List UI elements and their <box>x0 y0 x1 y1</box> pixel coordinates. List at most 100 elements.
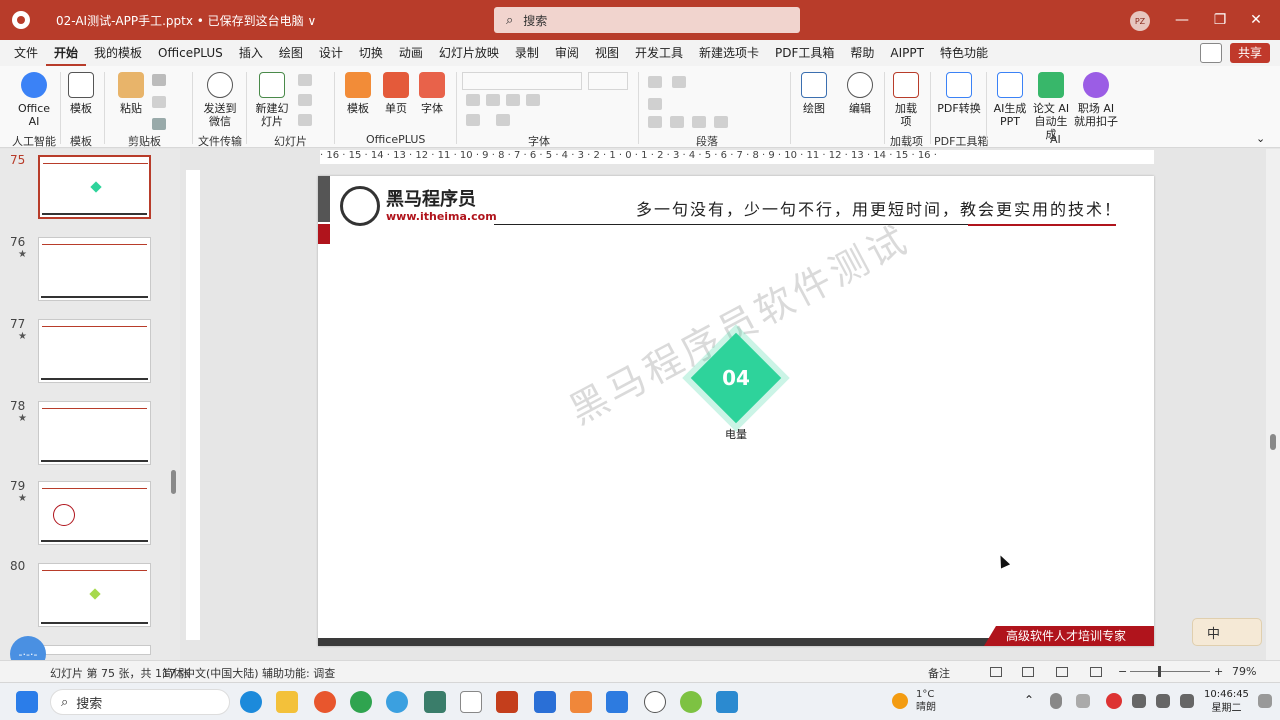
ime-indicator[interactable]: 中 <box>1192 618 1262 646</box>
collapse-ribbon-icon[interactable]: ⌄ <box>1256 132 1265 145</box>
badge-label[interactable]: 电量 <box>698 426 774 442</box>
draw-button[interactable]: 绘图 <box>798 72 830 115</box>
align-right-icon[interactable] <box>692 116 706 128</box>
windows-start-icon[interactable] <box>16 691 38 713</box>
powerpoint-icon[interactable] <box>12 11 30 29</box>
network-icon[interactable] <box>1132 694 1146 708</box>
chat-app-icon[interactable] <box>534 691 556 713</box>
single-page-button[interactable]: 单页 <box>380 72 412 115</box>
comment-icon[interactable] <box>1199 43 1222 63</box>
menu-help[interactable]: 帮助 <box>842 40 882 66</box>
section-icon[interactable] <box>298 114 312 126</box>
edit-button[interactable]: 编辑 <box>844 72 876 115</box>
notification-icon[interactable] <box>1258 694 1272 708</box>
chrome-icon[interactable] <box>350 691 372 713</box>
op-template-button[interactable]: 模板 <box>342 72 374 115</box>
menu-features[interactable]: 特色功能 <box>932 40 996 66</box>
thumbnail-slide-75[interactable] <box>38 155 151 219</box>
volume-icon[interactable] <box>1180 694 1194 708</box>
clock-app-icon[interactable] <box>644 691 666 713</box>
bullets-icon[interactable] <box>648 76 662 88</box>
search-box[interactable]: ⌕ 搜索 <box>494 7 800 33</box>
font-size-select[interactable] <box>588 72 628 90</box>
slide-scrollbar[interactable] <box>1266 149 1280 660</box>
thumbnail-slide-80[interactable] <box>38 563 151 627</box>
office-ai-button[interactable]: Office AI <box>14 72 54 128</box>
app-icon[interactable] <box>424 691 446 713</box>
draw-app-icon[interactable] <box>570 691 592 713</box>
paste-button[interactable]: 粘贴 <box>114 72 148 115</box>
scrollbar-thumb[interactable] <box>171 470 176 494</box>
menu-insert[interactable]: 插入 <box>231 40 271 66</box>
strikethrough-icon[interactable] <box>526 94 540 106</box>
firefox-icon[interactable] <box>314 691 336 713</box>
slide-sorter-icon[interactable] <box>1022 667 1034 677</box>
thumbnail-slide-78[interactable] <box>38 401 151 465</box>
font-color-icon[interactable] <box>496 114 510 126</box>
reset-icon[interactable] <box>298 94 312 106</box>
zoom-out-button[interactable]: − <box>1118 665 1127 678</box>
wifi-icon[interactable] <box>1156 694 1170 708</box>
menu-view[interactable]: 视图 <box>587 40 627 66</box>
copy-icon[interactable] <box>152 96 166 108</box>
powerpoint-taskbar-icon[interactable] <box>496 691 518 713</box>
highlight-icon[interactable] <box>466 114 480 126</box>
template-button[interactable]: 模板 <box>66 72 96 115</box>
restore-button[interactable]: ❐ <box>1210 10 1230 30</box>
addins-button[interactable]: 加载项 <box>890 72 922 128</box>
underline-icon[interactable] <box>506 94 520 106</box>
menu-officeplus[interactable]: OfficePLUS <box>150 40 231 66</box>
thumbnail-scrollbar[interactable] <box>168 149 180 660</box>
essay-ai-button[interactable]: 论文 AI 自动生成 <box>1030 72 1072 141</box>
microphone-icon[interactable] <box>1050 693 1062 709</box>
thumbnail-slide-81[interactable] <box>38 645 151 655</box>
document-title[interactable]: 02-AI测试-APP手工.pptx • 已保存到这台电脑 ∨ <box>56 12 316 29</box>
menu-transitions[interactable]: 切换 <box>351 40 391 66</box>
notes-button[interactable]: 备注 <box>928 665 950 681</box>
weather-widget[interactable]: 1°C 晴朗 <box>916 688 936 714</box>
typora-icon[interactable] <box>460 691 482 713</box>
align-left-icon[interactable] <box>648 116 662 128</box>
format-painter-icon[interactable] <box>152 118 166 130</box>
zoom-level[interactable]: 79% <box>1232 665 1256 678</box>
menu-review[interactable]: 审阅 <box>547 40 587 66</box>
zoom-slider[interactable] <box>1130 671 1210 672</box>
send-wechat-button[interactable]: 发送到微信 <box>200 72 240 128</box>
align-center-icon[interactable] <box>670 116 684 128</box>
menu-draw[interactable]: 绘图 <box>271 40 311 66</box>
font-button[interactable]: 字体 <box>416 72 448 115</box>
font-name-select[interactable] <box>462 72 582 90</box>
menu-aippt[interactable]: AIPPT <box>882 40 932 66</box>
zoom-slider-thumb[interactable] <box>1158 666 1161 677</box>
slide-canvas[interactable]: 黑马程序员 www.itheima.com 多一句没有，少一句不行，用更短时间，… <box>318 176 1154 646</box>
edge-icon[interactable] <box>240 691 262 713</box>
new-slide-button[interactable]: 新建幻灯片 <box>252 72 292 128</box>
system-clock[interactable]: 10:46:45 星期二 <box>1204 688 1249 716</box>
menu-slideshow[interactable]: 幻灯片放映 <box>431 40 507 66</box>
close-button[interactable]: ✕ <box>1246 10 1266 30</box>
thumbnail-slide-79[interactable] <box>38 481 151 545</box>
minimize-button[interactable]: — <box>1172 10 1192 30</box>
layout-icon[interactable] <box>298 74 312 86</box>
menu-my-templates[interactable]: 我的模板 <box>86 40 150 66</box>
taskbar-search[interactable]: ⌕ 搜索 <box>50 689 230 715</box>
browser-icon[interactable] <box>386 691 408 713</box>
menu-home[interactable]: 开始 <box>46 40 87 66</box>
chevron-up-icon[interactable]: ⌃ <box>1024 693 1034 707</box>
menu-design[interactable]: 设计 <box>311 40 351 66</box>
language-status[interactable]: 简体中文(中国大陆) <box>162 665 259 681</box>
scrollbar-thumb[interactable] <box>1270 434 1276 450</box>
monitor-app-icon[interactable] <box>716 691 738 713</box>
file-explorer-icon[interactable] <box>276 691 298 713</box>
slideshow-icon[interactable] <box>1090 667 1102 677</box>
justify-icon[interactable] <box>714 116 728 128</box>
avatar[interactable]: PZ <box>1130 11 1150 31</box>
cut-icon[interactable] <box>152 74 166 86</box>
numbering-icon[interactable] <box>672 76 686 88</box>
pdf-convert-button[interactable]: PDF转换 <box>936 72 982 115</box>
menu-record[interactable]: 录制 <box>507 40 547 66</box>
ai-ppt-button[interactable]: AI生成PPT <box>992 72 1028 128</box>
green-app-icon[interactable] <box>680 691 702 713</box>
ime-tray-icon[interactable] <box>1076 694 1090 708</box>
reading-view-icon[interactable] <box>1056 667 1068 677</box>
